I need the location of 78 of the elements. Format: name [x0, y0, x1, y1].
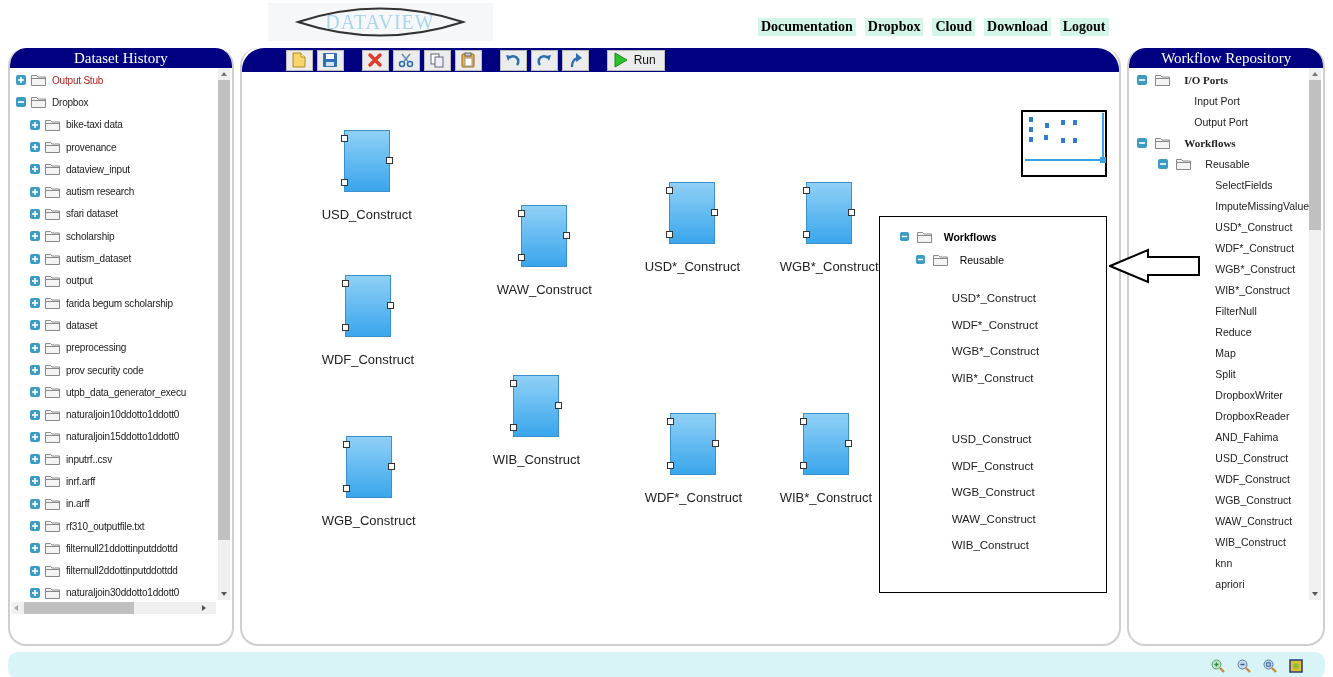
- tree-item: Workflows: [943, 230, 997, 243]
- tree-item[interactable]: utpb_data_generator_execu: [66, 386, 187, 398]
- tree-item[interactable]: WIB_Construct: [1215, 535, 1286, 548]
- tree-item[interactable]: USD*_Construct: [1215, 220, 1293, 233]
- node-label: WGB*_Construct: [779, 259, 879, 274]
- workflow-name: USD_Construct: [951, 432, 1033, 447]
- tree-item[interactable]: ImputeMissingValue: [1215, 199, 1309, 212]
- tree-item[interactable]: USD_Construct: [1215, 451, 1289, 464]
- workflow-name: WAW_Construct: [951, 511, 1037, 527]
- tree-item[interactable]: FilterNull: [1215, 304, 1257, 317]
- tree-item[interactable]: SelectFields: [1215, 178, 1273, 191]
- tree-item[interactable]: sfari dataset: [66, 208, 118, 220]
- tree-item[interactable]: apriori: [1215, 577, 1245, 590]
- tree-item[interactable]: WGB_Construct: [1215, 493, 1292, 506]
- workflow-name: WGB_Construct: [951, 485, 1036, 500]
- tree-item[interactable]: Workflows: [1184, 136, 1236, 149]
- tree-item[interactable]: inputrf..csv: [66, 453, 112, 465]
- tree-item[interactable]: AND_Fahima: [1215, 430, 1279, 443]
- tree-item[interactable]: Reduce: [1215, 325, 1252, 338]
- node-label: WDF_Construct: [321, 352, 415, 367]
- nav-link[interactable]: Download: [984, 18, 1051, 36]
- tree-item[interactable]: dataview_input: [66, 163, 130, 175]
- node-label: WGB_Construct: [321, 513, 416, 528]
- tree-item[interactable]: naturaljoin15ddotto1ddott0: [66, 431, 180, 443]
- tree-item[interactable]: Reusable: [1205, 157, 1250, 170]
- tree-item[interactable]: prov security code: [66, 364, 144, 376]
- tree-item[interactable]: filternull21ddottinputddottd: [66, 542, 178, 554]
- tree-item[interactable]: Input Port: [1194, 94, 1240, 107]
- tree-item[interactable]: I/O Ports: [1184, 73, 1228, 86]
- tree-item[interactable]: WDF*_Construct: [1215, 241, 1295, 254]
- nav-link[interactable]: Dropbox: [864, 18, 924, 36]
- tree-item[interactable]: Output Stub: [52, 74, 104, 86]
- tree-item[interactable]: in.arff: [66, 498, 90, 510]
- nav-link[interactable]: Cloud: [932, 18, 975, 36]
- tree-item[interactable]: naturaljoin10ddotto1ddott0: [66, 409, 180, 421]
- tree-item[interactable]: output: [66, 275, 93, 287]
- panel-title: Workflow Repository: [1129, 48, 1323, 68]
- tree-item[interactable]: filternull2ddottinputddottdd: [66, 565, 178, 577]
- nav-link[interactable]: Logout: [1059, 18, 1109, 36]
- node-label: WDF*_Construct: [644, 490, 743, 505]
- tree-item[interactable]: rf310_outputfile.txt: [66, 520, 145, 532]
- tree-item[interactable]: inrf.arff: [66, 476, 96, 487]
- tree-item[interactable]: Output Port: [1194, 115, 1248, 128]
- workflow-name: WIB*_Construct: [951, 370, 1035, 386]
- tree-item[interactable]: scholarship: [66, 230, 115, 242]
- tree-item[interactable]: farida begum scholarship: [66, 297, 173, 309]
- tree-item[interactable]: naturaljoin30ddotto1ddott0: [66, 587, 180, 599]
- tree-item[interactable]: knn: [1215, 556, 1233, 569]
- workflow-name: WDF*_Construct: [951, 317, 1039, 333]
- tree-item[interactable]: autism research: [66, 186, 135, 198]
- tree-item[interactable]: provenance: [66, 141, 117, 153]
- tree-item[interactable]: dataset: [66, 319, 98, 331]
- tree-item[interactable]: Split: [1215, 367, 1236, 380]
- tree-item[interactable]: WGB*_Construct: [1215, 262, 1296, 275]
- tree-item[interactable]: bike-taxi data: [66, 119, 123, 131]
- node-label: USD_Construct: [321, 207, 412, 222]
- tree-item[interactable]: Map: [1215, 346, 1236, 359]
- workflow-name: USD*_Construct: [951, 291, 1038, 306]
- tree-item[interactable]: WIB*_Construct: [1215, 283, 1290, 296]
- node-label: USD*_Construct: [644, 259, 741, 274]
- tree-item[interactable]: Dropbox: [52, 96, 89, 108]
- node-label: WIB*_Construct: [779, 490, 873, 505]
- tree-item[interactable]: WAW_Construct: [1215, 514, 1293, 527]
- tree-item[interactable]: DropboxReader: [1215, 409, 1290, 422]
- logo: DATAVIEW: [268, 3, 493, 41]
- tree-item[interactable]: DropboxWriter: [1215, 388, 1283, 401]
- tree-item[interactable]: autism_dataset: [66, 253, 132, 264]
- node-label: WIB_Construct: [492, 452, 581, 467]
- nav-link[interactable]: Documentation: [758, 18, 856, 36]
- run-button[interactable]: Run: [606, 49, 665, 71]
- node-label: WAW_Construct: [496, 282, 592, 297]
- workflow-name: WIB_Construct: [951, 538, 1030, 553]
- panel-title: Dataset History: [10, 48, 232, 68]
- workflow-name: WGB*_Construct: [951, 344, 1041, 359]
- tree-item: Reusable: [959, 253, 1005, 266]
- tree-item[interactable]: WDF_Construct: [1215, 472, 1290, 485]
- tree-item[interactable]: preprocessing: [66, 342, 127, 354]
- workflow-name: WDF_Construct: [951, 458, 1035, 474]
